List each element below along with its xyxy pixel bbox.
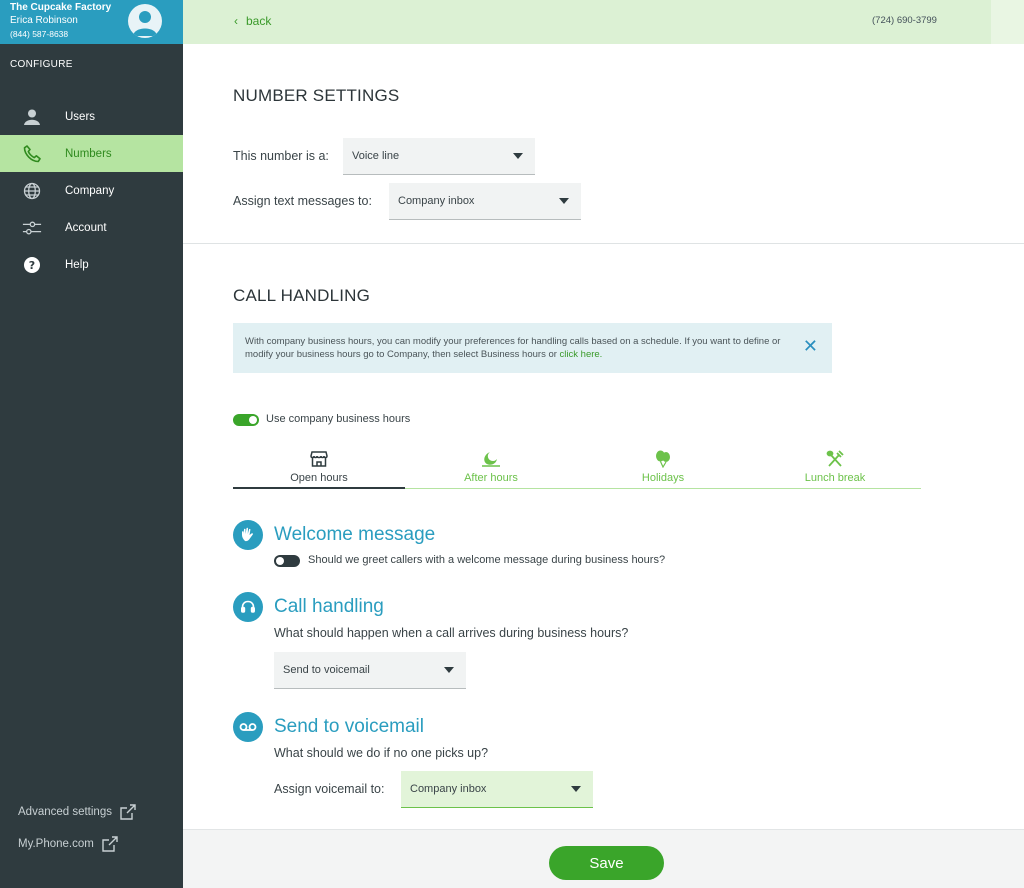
user-icon	[22, 107, 42, 127]
myphone-link[interactable]: My.Phone.com	[18, 835, 119, 853]
assign-voicemail-value: Company inbox	[410, 783, 487, 795]
close-icon[interactable]: ✕	[803, 337, 818, 355]
assign-voicemail-label: Assign voicemail to:	[274, 782, 385, 796]
call-handling-section-title: Call handling	[274, 596, 384, 617]
external-link-icon	[102, 836, 118, 852]
phone-icon	[22, 144, 42, 164]
sidebar: The Cupcake Factory Erica Robinson (844)…	[0, 0, 183, 888]
business-hours-info-banner: With company business hours, you can mod…	[233, 323, 832, 373]
back-link[interactable]: ‹ back	[234, 14, 271, 28]
voicemail-question: What should we do if no one picks up?	[274, 746, 489, 760]
svg-text:?: ?	[29, 259, 35, 272]
balloons-icon	[577, 449, 749, 469]
text-messages-select[interactable]: Company inbox	[389, 183, 581, 220]
section-divider	[183, 243, 1024, 244]
tab-label: Open hours	[290, 472, 348, 484]
caret-down-icon	[513, 153, 523, 159]
headset-icon	[233, 592, 263, 622]
sidebar-item-label: Users	[65, 110, 96, 123]
top-bar	[183, 0, 991, 44]
sliders-icon	[22, 218, 42, 238]
sidebar-item-label: Account	[65, 221, 107, 234]
toggle-knob	[249, 416, 257, 424]
caret-down-icon	[571, 786, 581, 792]
business-hours-label: Use company business hours	[266, 413, 411, 425]
back-label: back	[246, 14, 272, 28]
tab-label: Lunch break	[804, 472, 866, 484]
assign-voicemail-select[interactable]: Company inbox	[401, 771, 593, 808]
text-messages-label: Assign text messages to:	[233, 194, 372, 208]
sidebar-item-numbers[interactable]: Numbers	[0, 135, 183, 172]
call-handling-question: What should happen when a call arrives d…	[274, 626, 629, 640]
call-handling-value: Send to voicemail	[283, 664, 370, 676]
schedule-tabs: Open hours After hours Holidays Lunch br…	[233, 448, 921, 489]
send-to-voicemail-title: Send to voicemail	[274, 716, 424, 737]
call-handling-title: CALL HANDLING	[233, 286, 371, 305]
business-hours-toggle[interactable]	[233, 414, 259, 426]
chevron-left-icon: ‹	[234, 14, 238, 28]
tab-open-hours[interactable]: Open hours	[233, 448, 405, 489]
myphone-label: My.Phone.com	[18, 838, 94, 850]
help-icon: ?	[22, 255, 42, 275]
store-icon	[233, 449, 405, 469]
toggle-knob	[276, 557, 284, 565]
sidebar-item-label: Numbers	[65, 147, 112, 160]
number-type-label: This number is a:	[233, 149, 329, 163]
hand-wave-icon	[233, 520, 263, 550]
sidebar-item-account[interactable]: Account	[0, 209, 183, 246]
welcome-message-title: Welcome message	[274, 524, 436, 545]
number-settings-title: NUMBER SETTINGS	[233, 86, 400, 105]
welcome-message-toggle[interactable]	[274, 555, 300, 567]
avatar-person-icon	[133, 11, 157, 36]
welcome-message-toggle-label: Should we greet callers with a welcome m…	[308, 554, 666, 566]
advanced-settings-link[interactable]: Advanced settings	[18, 803, 137, 821]
account-header[interactable]: The Cupcake Factory Erica Robinson (844)…	[0, 0, 183, 44]
sidebar-item-label: Help	[65, 258, 89, 271]
tab-label: After hours	[464, 472, 518, 484]
sidebar-item-label: Company	[65, 184, 115, 197]
number-type-value: Voice line	[352, 150, 400, 162]
text-messages-value: Company inbox	[398, 195, 475, 207]
avatar[interactable]	[128, 4, 162, 38]
sidebar-item-help[interactable]: ? Help	[0, 246, 183, 283]
tab-label: Holidays	[641, 472, 685, 484]
caret-down-icon	[559, 198, 569, 204]
utensils-icon	[749, 449, 921, 469]
sidebar-item-company[interactable]: Company	[0, 172, 183, 209]
tab-holidays[interactable]: Holidays	[577, 448, 749, 489]
top-bar-edge	[991, 0, 1024, 44]
advanced-settings-label: Advanced settings	[18, 806, 112, 818]
sidebar-item-users[interactable]: Users	[0, 98, 183, 135]
call-handling-select[interactable]: Send to voicemail	[274, 652, 466, 689]
caret-down-icon	[444, 667, 454, 673]
voicemail-icon	[233, 712, 263, 742]
external-link-icon	[120, 804, 136, 820]
globe-icon	[22, 181, 42, 201]
info-text: With company business hours, you can mod…	[245, 336, 781, 360]
number-type-select[interactable]: Voice line	[343, 138, 535, 175]
current-number: (724) 690-3799	[872, 15, 937, 26]
tab-lunch-break[interactable]: Lunch break	[749, 448, 921, 489]
save-button[interactable]: Save	[549, 846, 664, 880]
click-here-link[interactable]: click here.	[560, 349, 603, 360]
moon-icon	[405, 449, 577, 469]
tab-after-hours[interactable]: After hours	[405, 448, 577, 489]
